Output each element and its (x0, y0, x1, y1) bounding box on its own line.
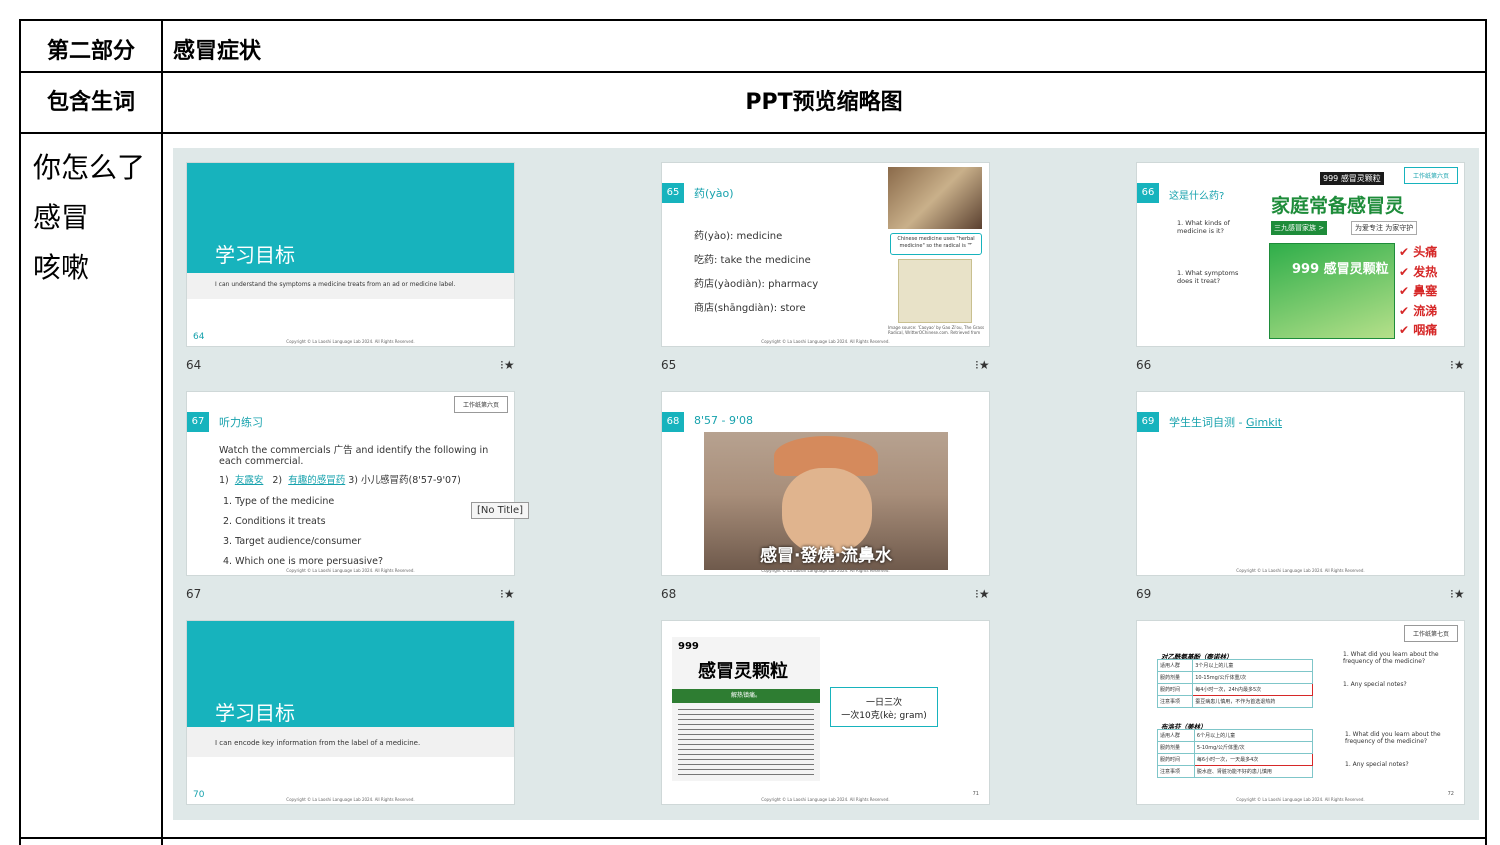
vocab-word: 你怎么了 (33, 151, 146, 184)
slide-label-66: 66 (1136, 358, 1152, 372)
herb-photo (888, 167, 982, 229)
slide-number-tab: 65 (662, 183, 684, 203)
slide-title: 听力练习 (219, 416, 263, 429)
image-source: Image source: 'Caoyao' by Gao Zi'ou, The… (888, 325, 985, 335)
slide-thumb-70[interactable]: 学习目标 I can encode key information from t… (186, 620, 515, 805)
question-2: 1. What symptoms does it treat? (1177, 269, 1239, 285)
slide-copyright: Copyright © La Laoshi Language Lab 2024.… (286, 339, 415, 344)
vocab-line: 商店(shāngdiàn): store (694, 303, 806, 314)
check-icon: ✔ (1399, 323, 1410, 337)
slide-copyright: Copyright © La Laoshi Language Lab 2024.… (761, 797, 890, 802)
slide-label-64: 64 (186, 358, 202, 372)
vocab-word: 感冒 (33, 201, 90, 234)
vocab-list: 你怎么了 感冒 咳嗽 (33, 143, 145, 293)
check-icon: ✔ (1399, 284, 1410, 298)
caption-box: Chinese medicine uses "herbal medicine" … (890, 233, 982, 255)
slide-number-tab: 66 (1137, 183, 1159, 203)
label-title: 感冒灵颗粒 (698, 661, 788, 682)
vocab-header: 包含生词 (46, 90, 135, 115)
label-brand: 999 (678, 641, 699, 652)
star-icon[interactable]: ⁝★ (500, 358, 515, 372)
slide-thumb-71[interactable]: 999 感冒灵颗粒 解热镇痛。 一日三次 一次10克(kè; gram) 71 … (661, 620, 990, 805)
commercial-link-1[interactable]: 友露安 (235, 475, 264, 486)
slide-title: 这是什么药? (1169, 191, 1225, 202)
slide-title: 药(yào) (694, 187, 734, 200)
star-icon[interactable]: ⁝★ (1450, 587, 1465, 601)
label-band: 解热镇痛。 (672, 689, 820, 703)
symptom-list: ✔ 头痛 ✔ 发热 ✔ 鼻塞 ✔ 流涕 ✔ 咽痛 (1399, 245, 1438, 337)
vocab-line: 药店(yàodiàn): pharmacy (694, 279, 819, 290)
slide-copyright: Copyright © La Laoshi Language Lab 2024.… (761, 339, 890, 344)
question-1: 1. What kinds of medicine is it? (1177, 219, 1230, 235)
section-title: 感冒症状 (173, 39, 262, 64)
medicine-ad: 999 感冒灵颗粒 家庭常备感冒灵 三九感冒家族 > 为爱专注 为家守护 999… (1265, 165, 1464, 341)
star-icon[interactable]: ⁝★ (1450, 358, 1465, 372)
dosage-callout: 一日三次 一次10克(kè; gram) (830, 687, 938, 727)
check-icon: ✔ (1399, 245, 1410, 259)
vocab-line: 药(yào): medicine (694, 231, 783, 242)
slide-label-65: 65 (661, 358, 677, 372)
question-a: 1. What did you learn about the frequenc… (1345, 731, 1441, 745)
box-label: 999 感冒灵颗粒 (1292, 262, 1389, 277)
ppt-header: PPT预览缩略图 (745, 90, 903, 115)
slide-number-tab: 68 (662, 412, 684, 432)
star-icon[interactable]: ⁝★ (500, 587, 515, 601)
slide-thumb-67[interactable]: 67 听力练习 工作纸第六页 Watch the commercials 广告 … (186, 391, 515, 576)
commercial-link-2[interactable]: 有趣的感冒药 (288, 475, 345, 486)
section-label: 第二部分 (46, 39, 135, 64)
question-list: 1. Type of the medicine 2. Conditions it… (223, 496, 384, 567)
slide-thumb-64[interactable]: 学习目标 I can understand the symptoms a med… (186, 162, 515, 347)
slide-title: 学习目标 (215, 701, 295, 725)
listening-intro: Watch the commercials 广告 and identify th… (219, 445, 489, 467)
slide-copyright: Copyright © La Laoshi Language Lab 2024.… (286, 568, 415, 573)
video-caption: 感冒·發燒·流鼻水 (760, 546, 892, 566)
slide-title: 8'57 - 9'08 (694, 414, 754, 427)
slide-number-tab: 67 (187, 412, 209, 432)
vocab-word: 咳嗽 (33, 251, 90, 284)
video-still[interactable]: 感冒·發燒·流鼻水 (704, 432, 948, 570)
slide-label-68: 68 (661, 587, 677, 601)
slide-subtitle: I can encode key information from the la… (215, 739, 421, 747)
slide-thumb-69[interactable]: 69 学生生词自测 - Gimkit Copyright © La Laoshi… (1136, 391, 1465, 576)
question-b: 1. Any special notes? (1343, 681, 1407, 688)
ad-subtitle-1: 三九感冒家族 > (1271, 221, 1328, 235)
check-icon: ✔ (1399, 264, 1410, 279)
question-b: 1. Any special notes? (1345, 761, 1409, 768)
slide-copyright: Copyright © La Laoshi Language Lab 2024.… (1236, 568, 1365, 573)
medicine-1-table: 适用人群 3个月以上的儿童 服药剂量 10-15mg/公斤体重/次 服药时间 每4小时… (1156, 659, 1313, 708)
ad-brand: 999 感冒灵颗粒 (1320, 172, 1384, 185)
grass-radical-image (898, 259, 972, 323)
check-icon: ✔ (1399, 303, 1410, 318)
worksheet-tag: 工作纸第七页 (1403, 625, 1458, 642)
slide-label-69: 69 (1136, 587, 1152, 601)
tooltip: [No Title] (471, 502, 530, 519)
medicine-2-table: 适用人群 6个月以上的儿童 服药剂量 5-10mg/公斤体重/次 服药时间 每6小时一… (1157, 729, 1314, 778)
slide-label-67: 67 (186, 587, 202, 601)
commercial-list: 1) 友露安 2) 有趣的感冒药 3) 小儿感冒药(8'57-9'07) (219, 475, 461, 486)
slide-copyright: Copyright © La Laoshi Language Lab 2024.… (1236, 797, 1365, 802)
medicine-box: 999 感冒灵颗粒 (1269, 243, 1395, 339)
label-fine-print (678, 709, 814, 775)
question-a: 1. What did you learn about the frequenc… (1343, 651, 1439, 665)
slide-number-tab: 69 (1137, 412, 1159, 432)
ad-title: 家庭常备感冒灵 (1271, 195, 1405, 217)
star-icon[interactable]: ⁝★ (975, 587, 990, 601)
slide-thumb-66[interactable]: 66 这是什么药? 1. What kinds of medicine is i… (1136, 162, 1465, 347)
worksheet-tag: 工作纸第六页 (453, 396, 508, 413)
medicine-label: 999 感冒灵颗粒 解热镇痛。 (672, 637, 820, 781)
slide-subtitle: I can understand the symptoms a medicine… (215, 281, 456, 288)
worksheet-tag: 工作纸第六页 (1403, 167, 1458, 184)
slide-copyright: Copyright © La Laoshi Language Lab 2024.… (761, 568, 890, 573)
slide-thumb-65[interactable]: 65 药(yào) 药(yào): medicine 吃药: take the … (661, 162, 990, 347)
thumbnail-grid: 学习目标 I can understand the symptoms a med… (173, 148, 1479, 820)
slide-title: 学生生词自测 - Gimkit (1169, 416, 1283, 429)
slide-title: 学习目标 (215, 243, 295, 267)
gimkit-link[interactable]: Gimkit (1246, 416, 1282, 429)
vocab-line: 吃药: take the medicine (694, 255, 811, 266)
ad-subtitle-2: 为爱专注 为家守护 (1351, 221, 1418, 235)
slide-thumb-72[interactable]: 工作纸第七页 对乙酰氨基酚（泰诺林） 适用人群 3个月以上的儿童 服药剂量 10-1… (1136, 620, 1465, 805)
slide-thumb-68[interactable]: 68 8'57 - 9'08 感冒·發燒·流鼻水 Copyright © La … (661, 391, 990, 576)
star-icon[interactable]: ⁝★ (975, 358, 990, 372)
slide-copyright: Copyright © La Laoshi Language Lab 2024.… (286, 797, 415, 802)
